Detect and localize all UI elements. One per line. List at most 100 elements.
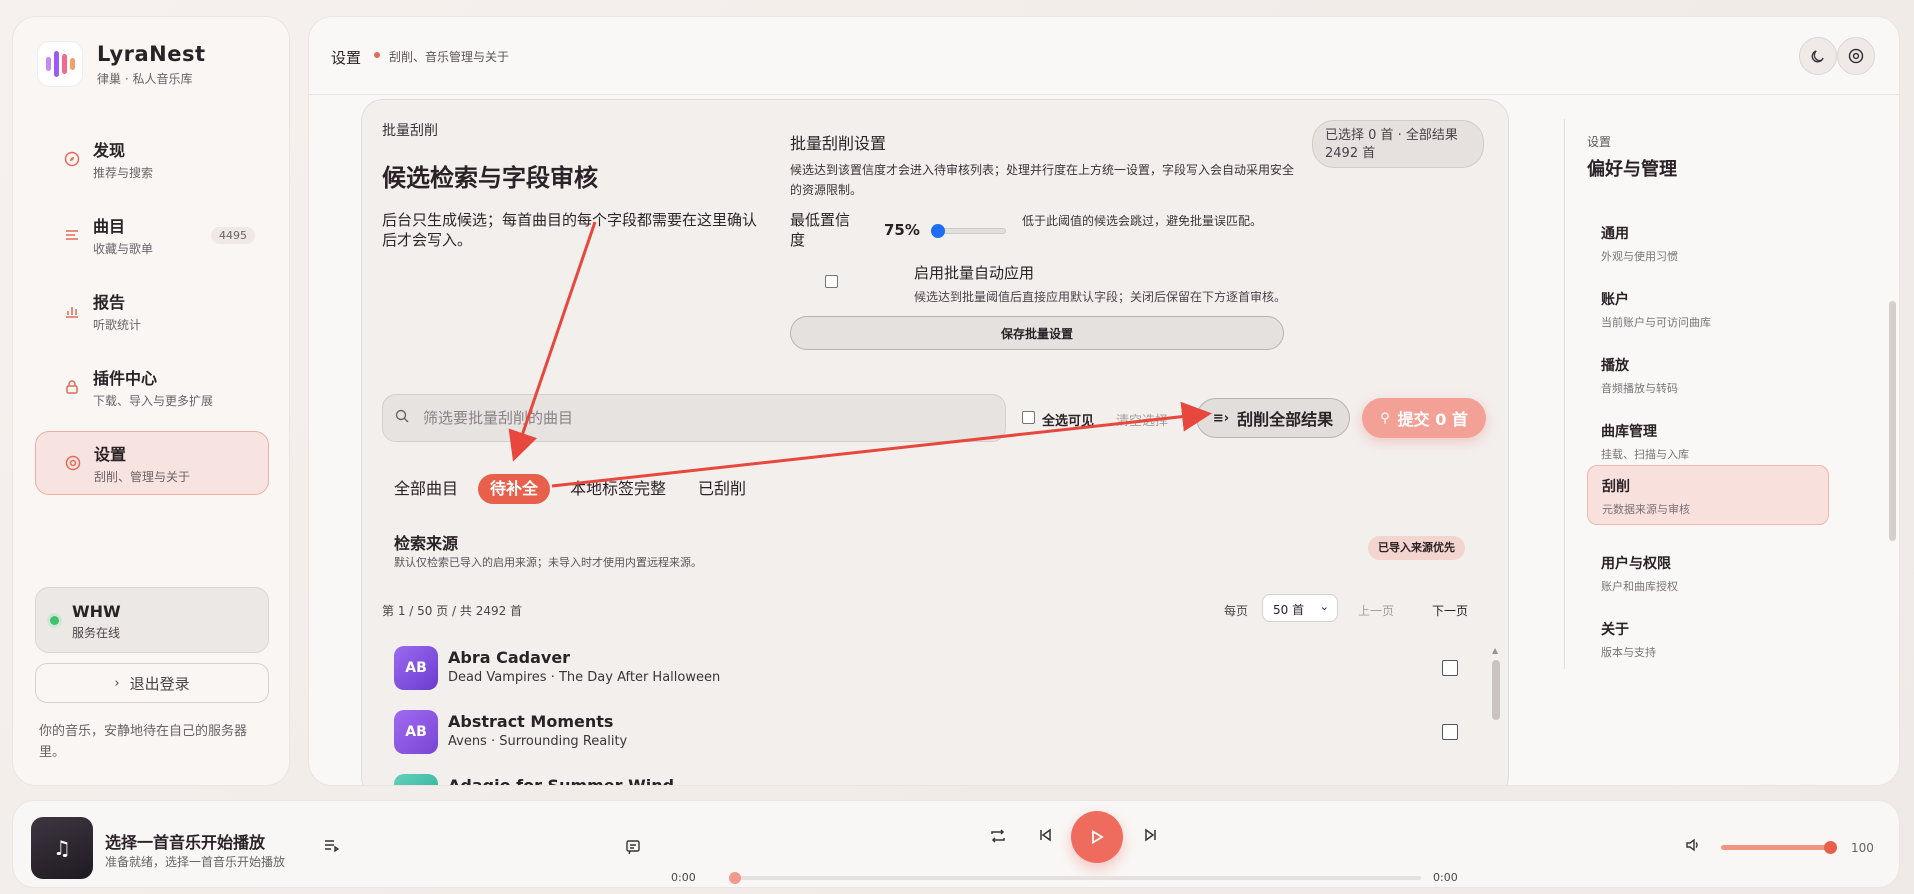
scroll-up-arrow[interactable]: ▲	[1492, 646, 1498, 655]
lyrics-icon[interactable]	[625, 839, 641, 855]
tagline: 你的音乐，安静地待在自己的服务器里。	[39, 724, 248, 760]
section-title: 候选检索与字段审核	[382, 164, 598, 192]
settings-button[interactable]	[1837, 37, 1875, 75]
total-time: 0:00	[1433, 871, 1458, 884]
search-input[interactable]	[423, 409, 983, 427]
volume-icon[interactable]	[1685, 837, 1701, 853]
settings-nav-item-label: 播放	[1601, 358, 1629, 374]
select-all-label[interactable]: 全选可见	[1042, 410, 1094, 429]
auto-apply-checkbox[interactable]	[825, 275, 838, 288]
current-time: 0:00	[671, 871, 696, 884]
confidence-slider[interactable]	[931, 224, 1006, 238]
scrape-all-button[interactable]: ≡› 刮削全部结果	[1196, 398, 1350, 438]
save-batch-settings-button[interactable]: 保存批量设置	[790, 316, 1284, 350]
volume-value: 100	[1851, 841, 1874, 855]
album-cover: ♫	[31, 817, 93, 879]
logout-label: 退出登录	[129, 674, 190, 693]
sidebar-item-label: 插件中心	[93, 369, 158, 388]
settings-nav-account[interactable]: 账户 当前账户与可访问曲库	[1587, 279, 1829, 339]
page-title: 设置	[331, 49, 362, 67]
tab-all-tracks[interactable]: 全部曲目	[394, 474, 458, 504]
moon-icon	[1811, 50, 1824, 63]
track-row[interactable]: AB Abra Cadaver Dead Vampires · The Day …	[394, 642, 1484, 692]
track-avatar: AB	[394, 646, 438, 690]
settings-nav-item-sub: 版本与支持	[1601, 646, 1656, 659]
volume-slider[interactable]	[1721, 841, 1837, 854]
tab-local-complete[interactable]: 本地标签完整	[570, 474, 666, 504]
settings-nav-playback[interactable]: 播放 音频播放与转码	[1587, 345, 1829, 405]
track-row[interactable]: AB Adagio for Summer Wind	[394, 770, 1484, 786]
pin-icon: ⚲	[1380, 410, 1390, 426]
batch-scrape-card: 批量刮削 候选检索与字段审核 后台只生成候选；每首曲目的每个字段都需要在这里确认…	[361, 99, 1509, 786]
confidence-label: 最低置信度	[790, 211, 851, 249]
sidebar-item-reports[interactable]: 报告 听歌统计	[35, 279, 269, 343]
track-avatar: AB	[394, 774, 438, 785]
progress-bar[interactable]	[729, 872, 1421, 884]
sidebar-item-sub: 推荐与搜索	[93, 166, 154, 180]
play-button[interactable]	[1071, 811, 1123, 863]
track-checkbox[interactable]	[1442, 660, 1458, 676]
brand-name: LyraNest	[97, 41, 206, 66]
auto-apply-note: 候选达到批量阈值后直接应用默认字段；关闭后保留在下方逐首审核。	[914, 290, 1287, 304]
settings-nav-scraping[interactable]: 刮削 元数据来源与审核	[1587, 465, 1829, 525]
clear-selection-link[interactable]: 清空选择	[1116, 410, 1168, 429]
settings-nav-library[interactable]: 曲库管理 挂载、扫描与入库	[1587, 411, 1829, 471]
settings-nav-label: 设置	[1587, 135, 1612, 149]
next-page-button[interactable]: 下一页	[1432, 602, 1468, 619]
per-page-label: 每页	[1224, 604, 1249, 618]
gear-icon	[1848, 48, 1864, 64]
tab-pending[interactable]: 待补全	[478, 474, 551, 504]
settings-nav-title: 偏好与管理	[1587, 159, 1677, 180]
server-status-card: WHW 服务在线	[35, 587, 269, 653]
settings-nav-about[interactable]: 关于 版本与支持	[1587, 609, 1829, 669]
track-title: Abra Cadaver	[448, 648, 571, 667]
sidebar-item-discover[interactable]: 发现 推荐与搜索	[35, 127, 269, 191]
next-track-icon[interactable]	[1143, 827, 1159, 843]
batch-settings-description: 候选达到该置信度才会进入待审核列表；处理并行度在上方统一设置，字段写入会自动采用…	[790, 163, 1295, 197]
sidebar-item-settings[interactable]: 设置 刮削、管理与关于	[35, 431, 269, 495]
queue-icon[interactable]	[323, 837, 339, 853]
settings-nav-item-label: 账户	[1601, 292, 1629, 308]
progress-handle[interactable]	[729, 872, 741, 884]
settings-nav-general[interactable]: 通用 外观与使用习惯	[1587, 213, 1829, 273]
settings-nav-item-sub: 账户和曲库授权	[1601, 580, 1678, 593]
chevron-right-icon: ›	[114, 675, 120, 691]
track-checkbox[interactable]	[1442, 724, 1458, 740]
settings-nav-divider	[1564, 119, 1565, 669]
repeat-icon[interactable]	[989, 827, 1007, 845]
sidebar-item-sub: 下载、导入与更多扩展	[93, 394, 214, 408]
theme-toggle-button[interactable]	[1799, 37, 1837, 75]
lock-icon	[63, 378, 81, 396]
select-all-checkbox[interactable]	[1022, 411, 1035, 424]
submit-label: 提交 0 首	[1397, 410, 1468, 429]
volume-handle[interactable]	[1824, 841, 1837, 854]
track-filter-search[interactable]	[382, 394, 1006, 442]
brand-subtitle: 律巢 · 私人音乐库	[97, 71, 193, 86]
submit-button[interactable]: ⚲ 提交 0 首	[1362, 398, 1486, 438]
sidebar-item-label: 发现	[93, 141, 126, 160]
main-scrollbar[interactable]	[1889, 301, 1896, 541]
sidebar-item-plugins[interactable]: 插件中心 下载、导入与更多扩展	[35, 355, 269, 419]
bar-chart-icon	[63, 302, 81, 320]
now-playing-subtitle: 准备就绪，选择一首音乐开始播放	[105, 855, 286, 869]
topbar: 设置 刮削、音乐管理与关于	[309, 17, 1899, 95]
player-bar: ♫ 选择一首音乐开始播放 准备就绪，选择一首音乐开始播放 0:00 0:00 1…	[12, 800, 1900, 888]
settings-nav-item-label: 刮削	[1602, 479, 1630, 495]
sidebar-item-tracks[interactable]: 曲目 收藏与歌单 4495	[35, 203, 269, 267]
tab-scraped[interactable]: 已刮削	[698, 474, 746, 504]
prev-page-button[interactable]: 上一页	[1358, 602, 1394, 619]
track-title: Adagio for Summer Wind	[448, 776, 675, 786]
sidebar-item-label: 曲目	[93, 217, 126, 236]
list-scrollbar[interactable]	[1492, 660, 1500, 720]
track-row[interactable]: AB Abstract Moments Avens · Surrounding …	[394, 706, 1484, 756]
compass-icon	[63, 150, 81, 168]
search-icon	[395, 409, 413, 427]
previous-track-icon[interactable]	[1037, 827, 1053, 843]
slider-handle[interactable]	[931, 224, 945, 238]
per-page-select[interactable]: 50 首 ⌄	[1262, 594, 1338, 622]
batch-settings-title: 批量刮削设置	[790, 134, 887, 153]
sidebar-item-sub: 收藏与歌单	[93, 242, 154, 256]
settings-nav-users[interactable]: 用户与权限 账户和曲库授权	[1587, 543, 1829, 603]
logout-button[interactable]: › 退出登录	[35, 663, 269, 703]
pagination-info: 第 1 / 50 页 / 共 2492 首	[382, 604, 523, 618]
